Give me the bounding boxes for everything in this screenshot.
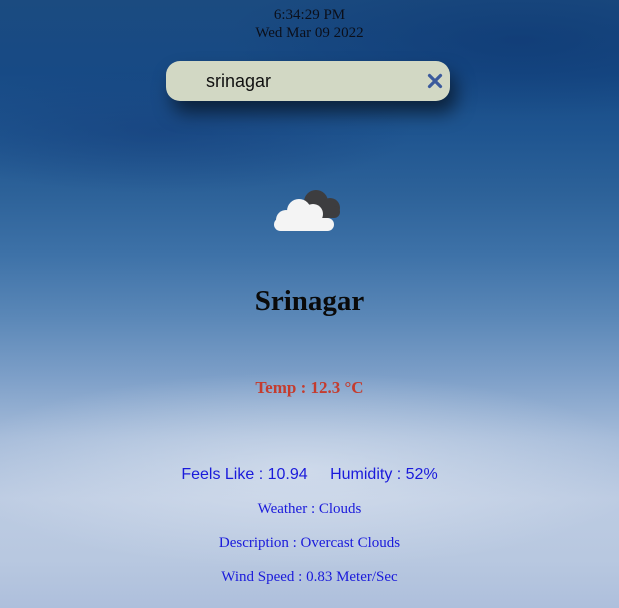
temperature: Temp : 12.3 °C (255, 378, 364, 397)
feels-like: Feels Like : 10.94 (181, 466, 308, 483)
humidity: Humidity : 52% (330, 466, 438, 483)
cloudy-icon (272, 184, 346, 234)
close-icon[interactable] (426, 72, 444, 90)
search-box (166, 61, 450, 101)
city-name: Srinagar (254, 285, 365, 317)
weather-description: Description : Overcast Clouds (218, 535, 401, 551)
current-time: 6:34:29 PM (273, 7, 346, 23)
datetime: 6:34:29 PM Wed Mar 09 2022 (0, 6, 619, 42)
feels-humidity-row: Feels Like : 10.94 Humidity : 52% (0, 466, 619, 484)
wind-speed: Wind Speed : 0.83 Meter/Sec (221, 569, 398, 585)
current-date: Wed Mar 09 2022 (255, 25, 364, 41)
search-input[interactable] (206, 68, 416, 94)
weather-condition: Weather : Clouds (257, 501, 362, 517)
